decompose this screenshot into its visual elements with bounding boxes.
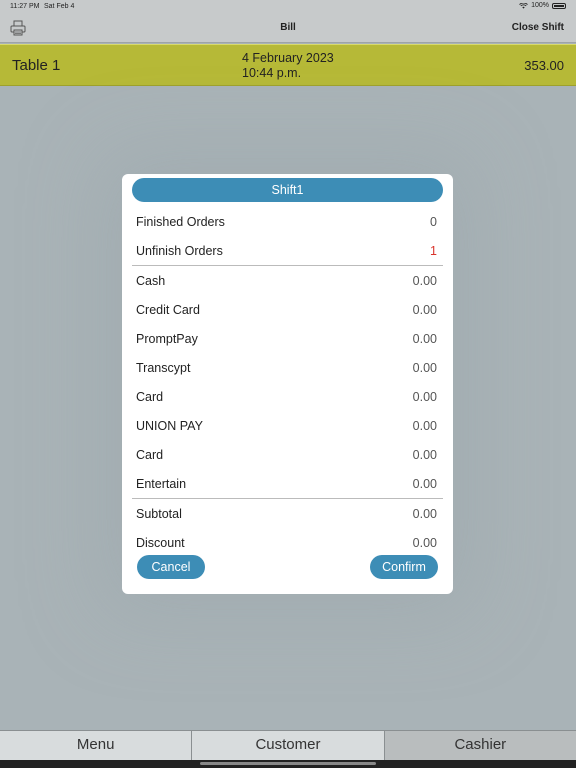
bill-time: 10:44 p.m. [242, 66, 302, 80]
row-label: Entertain [136, 477, 187, 491]
row-value: 1 [430, 244, 437, 258]
row-label: PromptPay [136, 332, 198, 346]
row-value: 0.00 [412, 361, 437, 375]
row-card-2: Card 0.00 [132, 440, 443, 469]
shift-dialog: Shift1 Finished Orders 0 Unfinish Orders… [122, 174, 453, 594]
row-label: Card [136, 448, 164, 462]
row-value: 0.00 [412, 477, 437, 491]
row-label: UNION PAY [136, 419, 203, 433]
status-right: 100% [519, 2, 566, 9]
row-value: 0.00 [412, 332, 437, 346]
nav-bar: Bill Close Shift [0, 14, 576, 43]
row-label: Subtotal [136, 507, 182, 521]
confirm-button[interactable]: Confirm [370, 555, 438, 579]
row-value: 0.00 [412, 390, 437, 404]
row-value: 0.00 [412, 419, 437, 433]
battery-percent: 100% [531, 2, 549, 9]
row-credit-card: Credit Card 0.00 [132, 295, 443, 324]
row-value: 0.00 [412, 303, 437, 317]
bill-row[interactable]: Table 1 4 February 2023 10:44 p.m. 353.0… [0, 44, 576, 86]
battery-icon [552, 2, 566, 9]
close-shift-button[interactable]: Close Shift [512, 22, 564, 33]
wifi-icon [519, 2, 528, 9]
tab-cashier[interactable]: Cashier [384, 731, 576, 761]
status-bar: 11:27 PM Sat Feb 4 100% [0, 0, 576, 14]
tab-customer[interactable]: Customer [192, 731, 385, 761]
status-date: Sat Feb 4 [44, 3, 75, 10]
page-title: Bill [280, 22, 296, 33]
bill-datetime: 4 February 2023 10:44 p.m. [242, 51, 334, 81]
shift-summary-list: Finished Orders 0 Unfinish Orders 1 Cash… [132, 207, 443, 557]
row-transcypt: Transcypt 0.00 [132, 353, 443, 382]
row-union-pay: UNION PAY 0.00 [132, 411, 443, 440]
tab-menu[interactable]: Menu [0, 731, 193, 761]
row-label: Finished Orders [136, 215, 225, 229]
row-label: Cash [136, 274, 166, 288]
row-cash: Cash 0.00 [132, 266, 443, 295]
row-value: 0.00 [412, 448, 437, 462]
row-value: 0.00 [412, 507, 437, 521]
home-indicator[interactable] [200, 762, 376, 765]
row-discount: Discount 0.00 [132, 528, 443, 557]
row-label: Transcypt [136, 361, 191, 375]
row-label: Credit Card [136, 303, 200, 317]
row-card: Card 0.00 [132, 382, 443, 411]
row-unfinish-orders: Unfinish Orders 1 [132, 236, 443, 266]
row-label: Unfinish Orders [136, 244, 223, 258]
row-entertain: Entertain 0.00 [132, 469, 443, 499]
bill-date: 4 February 2023 [242, 51, 334, 65]
bill-amount: 353.00 [524, 58, 564, 73]
row-label: Discount [136, 536, 185, 550]
bottom-tab-bar: Menu Customer Cashier [0, 730, 576, 761]
row-finished-orders: Finished Orders 0 [132, 207, 443, 236]
printer-icon[interactable] [10, 20, 26, 36]
row-subtotal: Subtotal 0.00 [132, 499, 443, 528]
row-label: Card [136, 390, 164, 404]
row-value: 0.00 [412, 536, 437, 550]
cancel-button[interactable]: Cancel [137, 555, 205, 579]
row-promptpay: PromptPay 0.00 [132, 324, 443, 353]
status-time: 11:27 PM [10, 3, 40, 10]
row-value: 0.00 [412, 274, 437, 288]
table-name: Table 1 [12, 57, 61, 74]
row-value: 0 [430, 215, 437, 229]
dialog-title: Shift1 [132, 178, 443, 202]
